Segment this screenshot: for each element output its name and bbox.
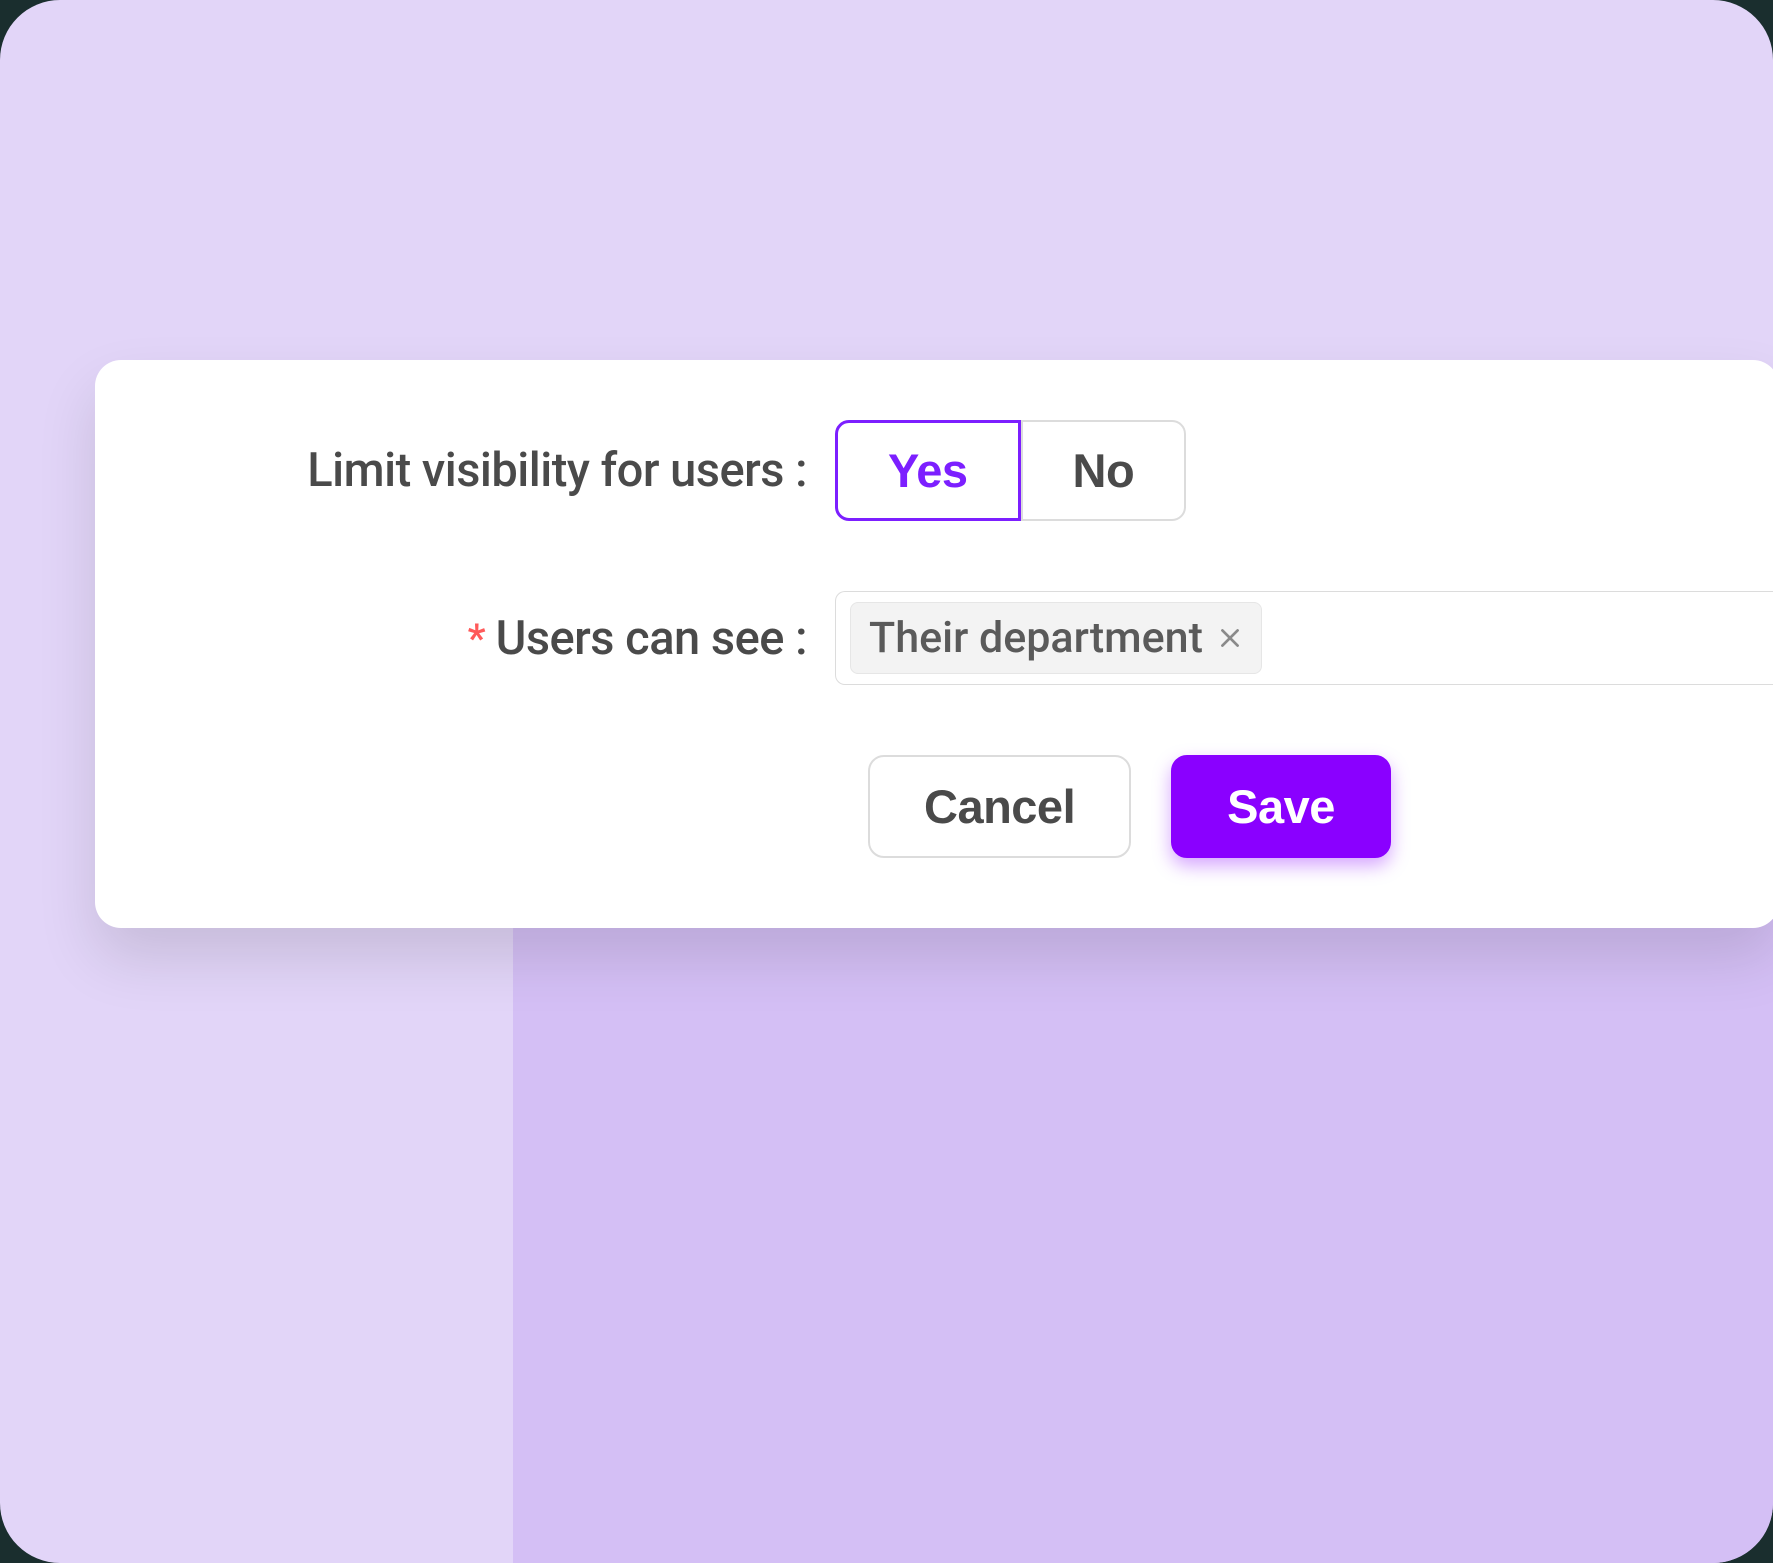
save-button[interactable]: Save [1171, 755, 1391, 858]
settings-dialog: Limit visibility for users : Yes No * Us… [95, 360, 1773, 928]
chip-remove-icon[interactable] [1217, 625, 1243, 651]
users-can-see-row: * Users can see : Their department [95, 591, 1773, 685]
limit-visibility-toggle: Yes No [835, 420, 1186, 521]
toggle-yes-button[interactable]: Yes [835, 420, 1021, 521]
users-can-see-select[interactable]: Their department [835, 591, 1773, 685]
required-asterisk: * [468, 615, 486, 662]
chip-label: Their department [869, 613, 1203, 663]
dialog-buttons: Cancel Save [95, 755, 1773, 858]
background-frame: Limit visibility for users : Yes No * Us… [0, 0, 1773, 1563]
limit-visibility-label: Limit visibility for users : [307, 443, 807, 498]
chip-their-department: Their department [850, 602, 1262, 674]
toggle-no-button[interactable]: No [1021, 420, 1187, 521]
users-can-see-label: Users can see : [496, 611, 807, 666]
limit-visibility-row: Limit visibility for users : Yes No [95, 420, 1773, 521]
cancel-button[interactable]: Cancel [868, 755, 1131, 858]
users-can-see-label-col: * Users can see : [215, 611, 835, 666]
limit-visibility-label-col: Limit visibility for users : [215, 443, 835, 498]
